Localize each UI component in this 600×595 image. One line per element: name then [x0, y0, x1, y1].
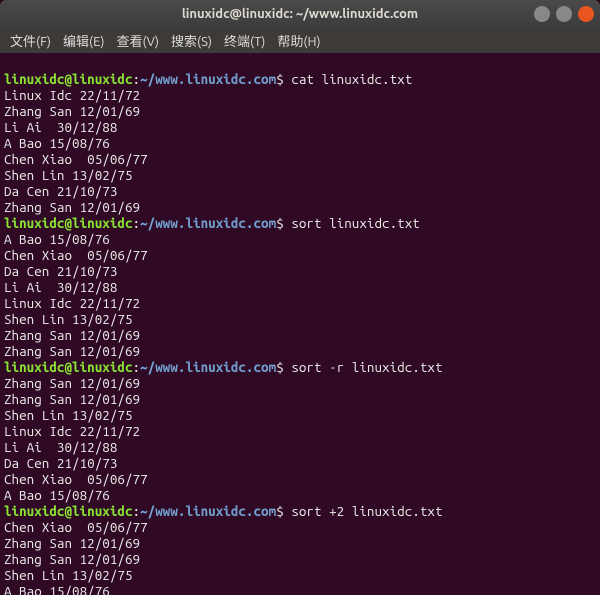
- output-line: Da Cen 21/10/73: [4, 263, 117, 279]
- prompt-user: linuxidc@linuxidc: [4, 71, 133, 87]
- output-line: Li Ai 30/12/88: [4, 119, 117, 135]
- menu-search[interactable]: 搜索(S): [167, 29, 216, 52]
- output-line: Shen Lin 13/02/75: [4, 311, 133, 327]
- output-line: Chen Xiao 05/06/77: [4, 151, 148, 167]
- prompt-colon: :: [133, 215, 141, 231]
- prompt-symbol: $: [276, 215, 284, 231]
- menu-edit[interactable]: 编辑(E): [59, 29, 108, 52]
- close-button[interactable]: [578, 6, 594, 22]
- menu-terminal[interactable]: 终端(T): [220, 29, 269, 52]
- output-line: A Bao 15/08/76: [4, 231, 110, 247]
- maximize-button[interactable]: [556, 6, 572, 22]
- prompt-user: linuxidc@linuxidc: [4, 359, 133, 375]
- output-line: Linux Idc 22/11/72: [4, 87, 140, 103]
- prompt-colon: :: [133, 71, 141, 87]
- window-title: linuxidc@linuxidc: ~/www.linuxidc.com: [182, 7, 418, 21]
- terminal-area[interactable]: linuxidc@linuxidc:~/www.linuxidc.com$ ca…: [0, 53, 600, 595]
- output-line: Zhang San 12/01/69: [4, 551, 140, 567]
- prompt-symbol: $: [276, 503, 284, 519]
- menu-view[interactable]: 查看(V): [113, 29, 163, 52]
- prompt-user: linuxidc@linuxidc: [4, 503, 133, 519]
- command-sort-r: sort -r linuxidc.txt: [291, 359, 442, 375]
- prompt-path: ~/www.linuxidc.com: [140, 359, 276, 375]
- output-line: Shen Lin 13/02/75: [4, 567, 133, 583]
- prompt-symbol: $: [276, 359, 284, 375]
- prompt-user: linuxidc@linuxidc: [4, 215, 133, 231]
- output-line: Chen Xiao 05/06/77: [4, 247, 148, 263]
- prompt-path: ~/www.linuxidc.com: [140, 215, 276, 231]
- prompt-colon: :: [133, 503, 141, 519]
- output-line: Da Cen 21/10/73: [4, 183, 117, 199]
- output-line: Chen Xiao 05/06/77: [4, 471, 148, 487]
- output-line: Zhang San 12/01/69: [4, 391, 140, 407]
- prompt-path: ~/www.linuxidc.com: [140, 503, 276, 519]
- output-line: Zhang San 12/01/69: [4, 327, 140, 343]
- menu-file[interactable]: 文件(F): [6, 29, 55, 52]
- output-line: Li Ai 30/12/88: [4, 279, 117, 295]
- menu-help[interactable]: 帮助(H): [273, 29, 324, 52]
- output-line: Zhang San 12/01/69: [4, 343, 140, 359]
- prompt-path: ~/www.linuxidc.com: [140, 71, 276, 87]
- output-line: A Bao 15/08/76: [4, 583, 110, 595]
- output-line: Zhang San 12/01/69: [4, 535, 140, 551]
- output-line: A Bao 15/08/76: [4, 487, 110, 503]
- output-line: Zhang San 12/01/69: [4, 375, 140, 391]
- prompt-colon: :: [133, 359, 141, 375]
- window-controls: [534, 6, 594, 22]
- output-line: Chen Xiao 05/06/77: [4, 519, 148, 535]
- output-line: Shen Lin 13/02/75: [4, 167, 133, 183]
- output-line: Linux Idc 22/11/72: [4, 295, 140, 311]
- menu-bar: 文件(F) 编辑(E) 查看(V) 搜索(S) 终端(T) 帮助(H): [0, 28, 600, 53]
- output-line: Linux Idc 22/11/72: [4, 423, 140, 439]
- output-line: Shen Lin 13/02/75: [4, 407, 133, 423]
- minimize-button[interactable]: [534, 6, 550, 22]
- output-line: A Bao 15/08/76: [4, 135, 110, 151]
- output-line: Zhang San 12/01/69: [4, 103, 140, 119]
- output-line: Li Ai 30/12/88: [4, 439, 117, 455]
- window-titlebar: linuxidc@linuxidc: ~/www.linuxidc.com: [0, 0, 600, 28]
- command-cat: cat linuxidc.txt: [291, 71, 412, 87]
- output-line: Da Cen 21/10/73: [4, 455, 117, 471]
- command-sort: sort linuxidc.txt: [291, 215, 420, 231]
- prompt-symbol: $: [276, 71, 284, 87]
- command-sort-plus2: sort +2 linuxidc.txt: [291, 503, 442, 519]
- output-line: Zhang San 12/01/69: [4, 199, 140, 215]
